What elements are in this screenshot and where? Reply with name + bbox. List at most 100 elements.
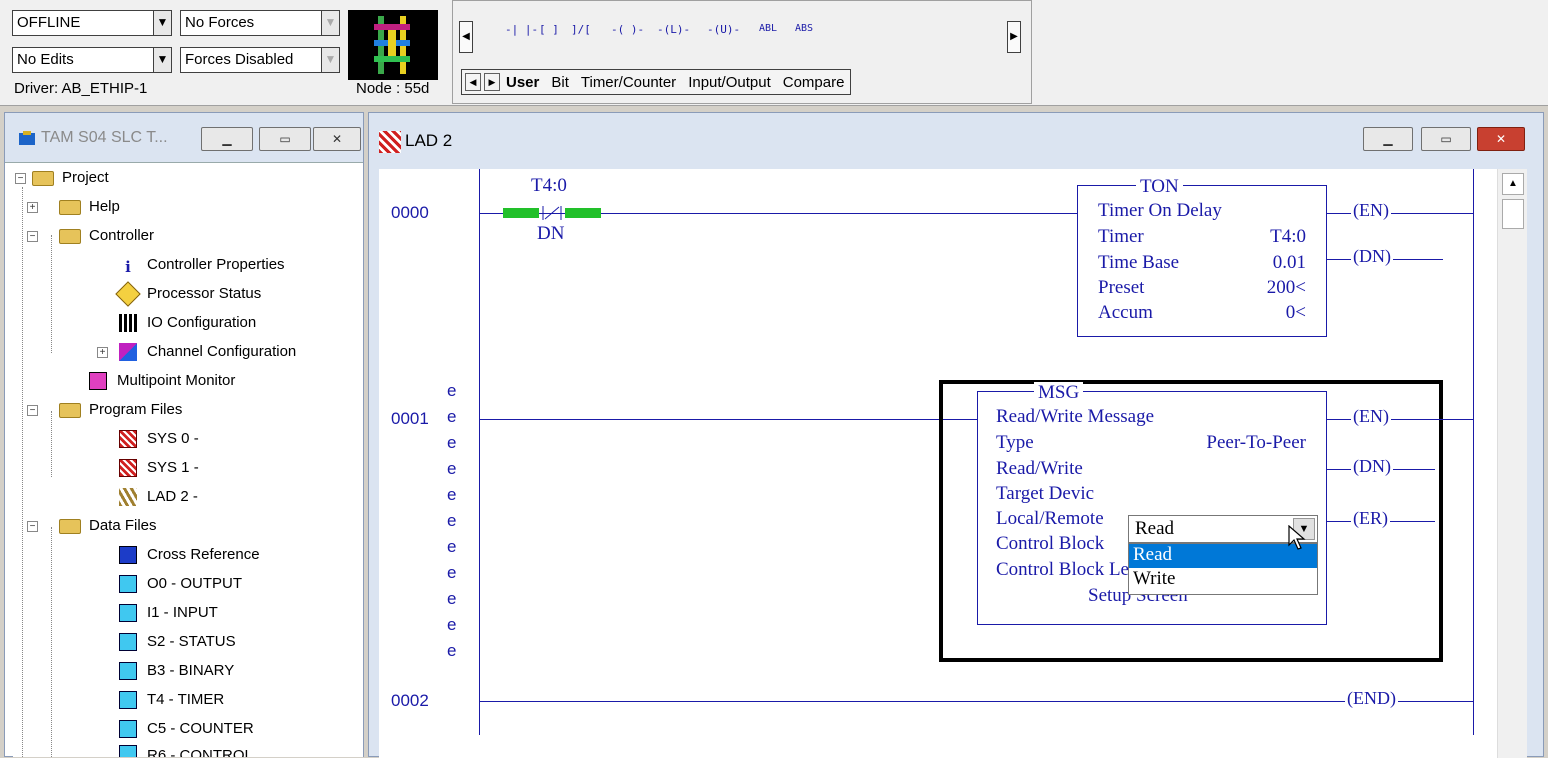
tree-item-multipoint-monitor[interactable]: Multipoint Monitor xyxy=(89,370,235,392)
rung-wire xyxy=(1327,213,1473,214)
ton-dn-coil[interactable]: (DN) xyxy=(1351,246,1393,267)
edits-dropdown[interactable]: No Edits ▼ xyxy=(12,47,172,73)
tree-item-program-files[interactable]: − Program Files xyxy=(27,399,183,421)
instruction-xio-icon[interactable]: ]/[ xyxy=(571,23,591,36)
tree-item-processor-status[interactable]: Processor Status xyxy=(115,281,261,307)
dropdown-arrow-icon[interactable]: ▼ xyxy=(321,11,339,35)
msg-en-coil[interactable]: (EN) xyxy=(1351,406,1391,427)
tree-item-data-file[interactable]: R6 - CONTROL xyxy=(119,745,253,757)
minimize-button[interactable]: ▁ xyxy=(201,127,253,151)
close-button[interactable]: ✕ xyxy=(313,127,361,151)
ton-en-coil[interactable]: (EN) xyxy=(1351,200,1391,221)
tree-item-label: Controller Properties xyxy=(147,256,285,273)
scroll-right-button[interactable]: ▶ xyxy=(1007,21,1021,53)
forces-dropdown[interactable]: No Forces ▼ xyxy=(180,10,340,36)
ton-preset-value[interactable]: 200< xyxy=(1267,277,1306,299)
xio-contact[interactable] xyxy=(503,206,601,220)
end-coil[interactable]: (END) xyxy=(1345,688,1398,709)
maximize-button[interactable]: ▭ xyxy=(1421,127,1471,151)
tree-item-cross-reference[interactable]: Cross Reference xyxy=(119,544,260,566)
ladder-canvas[interactable]: 0000 T4:0 DN TON Timer On Delay Timer T4… xyxy=(379,169,1509,758)
ton-accum-value[interactable]: 0< xyxy=(1286,302,1306,324)
folder-icon xyxy=(32,170,54,186)
ton-title: TON xyxy=(1136,176,1183,198)
rung-marker: e xyxy=(447,511,457,530)
tree-item-io-configuration[interactable]: IO Configuration xyxy=(119,312,256,334)
tree-item-data-file[interactable]: S2 - STATUS xyxy=(119,631,236,653)
scroll-up-button[interactable]: ▲ xyxy=(1502,173,1524,195)
tree-item-project[interactable]: − Project xyxy=(15,167,109,189)
tree-item-sys0[interactable]: SYS 0 - xyxy=(119,428,199,450)
tree-item-controller[interactable]: − Controller xyxy=(27,225,154,247)
collapse-icon[interactable]: − xyxy=(27,404,38,416)
expand-icon[interactable]: + xyxy=(27,201,38,213)
tree-item-data-files[interactable]: − Data Files xyxy=(27,515,157,537)
tree-item-lad2[interactable]: LAD 2 - xyxy=(119,486,198,508)
data-file-icon xyxy=(119,691,137,709)
instruction-branch-icon[interactable]: [ ] xyxy=(539,23,559,36)
tree-item-data-file[interactable]: O0 - OUTPUT xyxy=(119,573,242,595)
dropdown-arrow-icon[interactable]: ▼ xyxy=(153,48,171,72)
msg-er-coil[interactable]: (ER) xyxy=(1351,508,1391,529)
tab-bit[interactable]: Bit xyxy=(545,74,575,91)
tree-item-label: SYS 1 - xyxy=(147,459,199,476)
collapse-icon[interactable]: − xyxy=(27,520,38,532)
ladder-window-icon xyxy=(379,131,401,153)
tree-item-label: Program Files xyxy=(89,401,183,418)
tree-item-data-file[interactable]: B3 - BINARY xyxy=(119,660,234,682)
tab-scroll-right-icon[interactable]: ▶ xyxy=(484,73,500,91)
forces-state-dropdown[interactable]: Forces Disabled ▼ xyxy=(180,47,340,73)
tree-item-label: Help xyxy=(89,198,120,215)
mode-dropdown[interactable]: OFFLINE ▼ xyxy=(12,10,172,36)
tree-item-sys1[interactable]: SYS 1 - xyxy=(119,457,199,479)
tab-scroll-left-icon[interactable]: ◀ xyxy=(465,73,481,91)
ton-instruction-box[interactable]: TON Timer On Delay Timer T4:0 Time Base … xyxy=(1077,176,1327,337)
msg-title: MSG xyxy=(1034,382,1084,404)
io-configuration-icon xyxy=(119,314,137,332)
msg-local-label: Local/Remote xyxy=(996,508,1104,529)
tree-item-data-file[interactable]: C5 - COUNTER xyxy=(119,718,254,740)
mouse-cursor-icon xyxy=(1287,524,1309,551)
collapse-icon[interactable]: − xyxy=(27,230,38,242)
folder-icon xyxy=(59,228,81,244)
instruction-ote-icon[interactable]: -( )- xyxy=(611,23,644,36)
vertical-scrollbar[interactable]: ▲ xyxy=(1497,169,1527,758)
msg-type-value[interactable]: Peer-To-Peer xyxy=(1206,432,1306,454)
instruction-otl-icon[interactable]: -(L)- xyxy=(657,23,690,36)
option-write[interactable]: Write xyxy=(1129,568,1317,592)
rung-marker: e xyxy=(447,485,457,504)
tab-compare[interactable]: Compare xyxy=(777,74,851,91)
msg-dn-coil[interactable]: (DN) xyxy=(1351,456,1393,477)
tree-item-controller-properties[interactable]: i Controller Properties xyxy=(119,254,285,276)
tab-input-output[interactable]: Input/Output xyxy=(682,74,777,91)
controller-logo-icon[interactable] xyxy=(348,10,438,80)
tab-user[interactable]: User xyxy=(500,74,545,91)
instruction-tabs: ◀ ▶ User Bit Timer/Counter Input/Output … xyxy=(461,69,852,95)
tree-item-help[interactable]: + Help xyxy=(27,196,120,218)
instruction-otu-icon[interactable]: -(U)- xyxy=(707,23,740,36)
ton-timebase-value[interactable]: 0.01 xyxy=(1273,252,1306,274)
data-file-icon xyxy=(119,662,137,680)
maximize-button[interactable]: ▭ xyxy=(259,127,311,151)
rung-wire xyxy=(479,419,979,420)
minimize-button[interactable]: ▁ xyxy=(1363,127,1413,151)
instruction-xic-icon[interactable]: -| |- xyxy=(505,23,538,36)
folder-icon xyxy=(59,518,81,534)
instruction-abs-icon[interactable]: ABS xyxy=(795,23,813,34)
dropdown-arrow-icon[interactable]: ▼ xyxy=(321,48,339,72)
tab-timer-counter[interactable]: Timer/Counter xyxy=(575,74,682,91)
dropdown-arrow-icon[interactable]: ▼ xyxy=(153,11,171,35)
collapse-icon[interactable]: − xyxy=(15,172,26,184)
expand-icon[interactable]: + xyxy=(97,346,108,358)
combo-value: Read xyxy=(1135,518,1175,539)
tree-item-data-file[interactable]: I1 - INPUT xyxy=(119,602,218,624)
top-toolbar: OFFLINE ▼ No Edits ▼ No Forces ▼ Forces … xyxy=(0,0,1548,106)
instruction-toolbar: ◀ -| |- [ ] ]/[ -( )- -(L)- -(U)- ABL AB… xyxy=(452,0,1032,104)
instruction-abl-icon[interactable]: ABL xyxy=(759,23,777,34)
tree-item-channel-configuration[interactable]: + Channel Configuration xyxy=(97,341,296,363)
tree-item-data-file[interactable]: T4 - TIMER xyxy=(119,689,224,711)
close-button[interactable]: ✕ xyxy=(1477,127,1525,151)
scroll-left-button[interactable]: ◀ xyxy=(459,21,473,53)
ton-timer-value[interactable]: T4:0 xyxy=(1270,226,1306,248)
scrollbar-thumb[interactable] xyxy=(1502,199,1524,229)
